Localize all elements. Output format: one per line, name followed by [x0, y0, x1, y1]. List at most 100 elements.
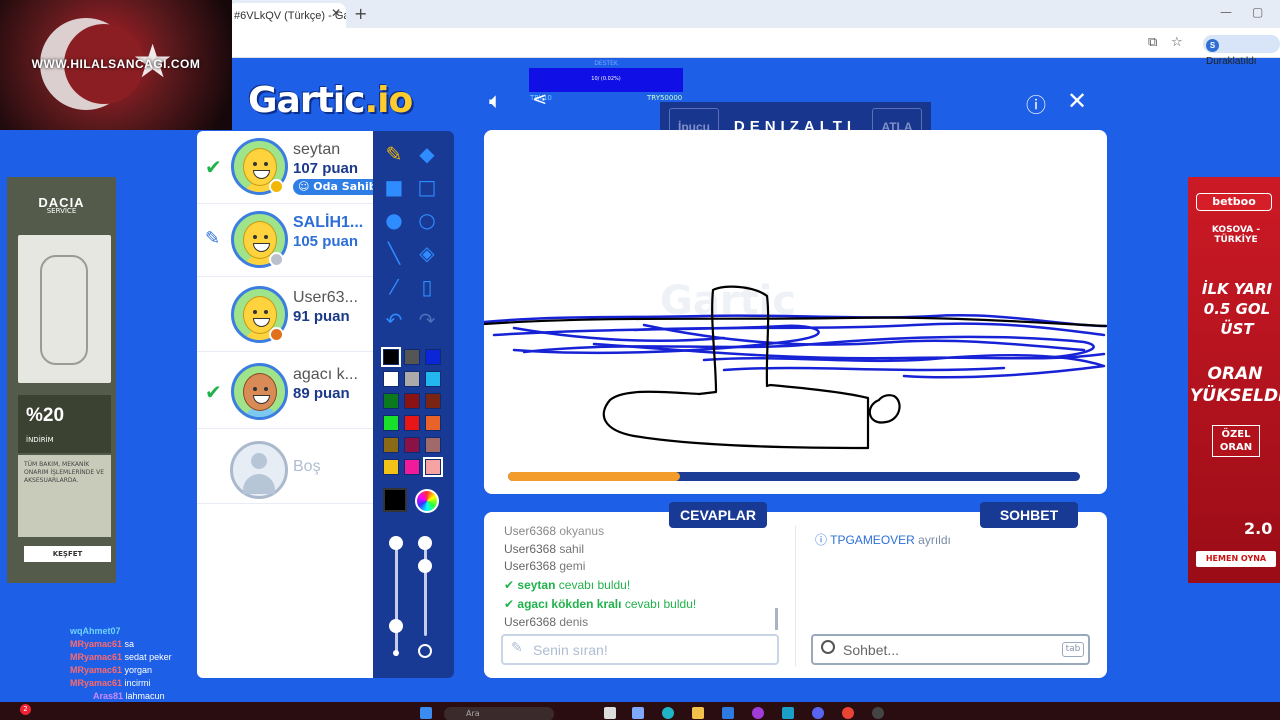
color-swatch[interactable] [404, 349, 420, 365]
answer-input[interactable] [533, 640, 763, 660]
player-row[interactable]: ✔ agacı k... 89 puan [197, 356, 373, 429]
eyedropper-icon[interactable]: ⁄ [380, 273, 408, 301]
fill-bucket-icon[interactable]: ◈ [413, 239, 441, 267]
stream-chat-text: yorgan [124, 665, 153, 675]
new-tab-icon[interactable]: + [354, 4, 367, 23]
chat-input[interactable] [843, 640, 1043, 660]
color-swatch[interactable] [404, 371, 420, 387]
app-icon[interactable] [782, 707, 794, 719]
bookmark-star-icon[interactable]: ☆ [1171, 35, 1183, 50]
small-size-icon [393, 650, 399, 656]
system-message: ⓘ TPGAMEOVER ayrıldı [815, 531, 951, 548]
opacity-slider-knob[interactable] [418, 559, 432, 573]
player-row[interactable]: ✔ seytan 107 puan ☺ Oda Sahibi [197, 131, 386, 204]
rect-tool-icon[interactable]: □ [413, 173, 441, 201]
minimize-icon[interactable]: — [1220, 5, 1232, 19]
taskview-icon[interactable] [604, 707, 616, 719]
color-swatch[interactable] [381, 347, 401, 367]
page-icon[interactable]: ▯ [413, 273, 441, 301]
chrome-icon[interactable] [842, 707, 854, 719]
size-slider-knob[interactable] [389, 619, 403, 633]
color-swatch[interactable] [425, 437, 441, 453]
answer-text: cevabı buldu! [624, 597, 697, 611]
color-swatch[interactable] [383, 459, 399, 475]
color-swatch[interactable] [404, 437, 420, 453]
chat-card: CEVAPLAR SOHBET User6368 okyanus User636… [484, 502, 1107, 678]
player-row[interactable]: User63... 91 puan [197, 279, 373, 352]
player-name: User63... [293, 289, 358, 306]
discord-icon[interactable] [812, 707, 824, 719]
color-swatch[interactable] [425, 349, 441, 365]
close-icon[interactable]: ✕ [1067, 87, 1087, 115]
pencil-tool-icon[interactable]: ✎ [380, 140, 408, 168]
empty-slot: Boş [197, 431, 373, 504]
start-icon[interactable] [420, 707, 432, 719]
filled-rect-tool-icon[interactable]: ■ [380, 173, 408, 201]
sound-icon[interactable]: 🔈︎ [489, 89, 502, 114]
circle-tool-icon[interactable]: ○ [413, 206, 441, 234]
stream-chat-user: Aras81 [93, 691, 124, 701]
edge-icon[interactable] [662, 707, 674, 719]
undo-icon[interactable]: ↶ [380, 306, 408, 334]
ad-body: TÜM BAKIM, MEKANİK ONARIM İŞLEMLERİNDE V… [18, 455, 111, 537]
drawing-toolbar: ✎ ◆ ■ □ ● ○ ╲ ◈ ⁄ ▯ ↶ ↷ [373, 131, 454, 678]
color-swatch[interactable] [404, 415, 420, 431]
size-slider[interactable] [395, 546, 398, 656]
opacity-slider-knob[interactable] [418, 536, 432, 550]
answers-tab[interactable]: CEVAPLAR [669, 502, 767, 528]
color-swatch[interactable] [425, 371, 441, 387]
install-app-icon[interactable]: ⧉ [1148, 35, 1157, 50]
ad-cta-button[interactable]: KEŞFET [24, 546, 111, 562]
drawing-canvas[interactable]: Gartic [484, 130, 1107, 494]
tab-close-icon[interactable]: ✕ [331, 6, 341, 20]
answers-scrollbar[interactable] [775, 608, 778, 630]
maximize-icon[interactable]: ▢ [1252, 5, 1263, 19]
player-row[interactable]: ✎ SALİH1... 105 puan [197, 204, 373, 277]
size-slider-knob[interactable] [389, 536, 403, 550]
eraser-tool-icon[interactable]: ◆ [413, 140, 441, 168]
empty-slot-label: Boş [293, 458, 321, 475]
tab-title: #6VLkQV (Türkçe) - Garti [234, 10, 346, 22]
color-swatch[interactable] [425, 415, 441, 431]
ad-left-banner[interactable]: DACIA SERVICE %20 İNDİRİM TÜM BAKIM, MEKA… [7, 177, 116, 583]
browser-tab[interactable]: #6VLkQV (Türkçe) - Garti [228, 3, 346, 28]
explorer-icon[interactable] [692, 707, 704, 719]
donation-progress: 10/ (0.02%) [591, 76, 621, 82]
color-swatch[interactable] [425, 393, 441, 409]
answer-message: User6368 denis [504, 615, 588, 629]
chat-tab[interactable]: SOHBET [980, 502, 1078, 528]
ad-cta-button[interactable]: HEMEN OYNA [1196, 551, 1276, 567]
stream-chat-text: sa [124, 639, 135, 649]
color-swatch[interactable] [383, 371, 399, 387]
share-icon[interactable]: ⋖ [532, 89, 547, 110]
color-swatch[interactable] [423, 457, 443, 477]
timer-bar [508, 472, 1080, 481]
stream-chat-user: wqAhmet07 [70, 626, 121, 636]
players-panel: ✔ seytan 107 puan ☺ Oda Sahibi ✎ SALİH1.… [197, 131, 386, 678]
player-score: 91 puan [293, 308, 350, 325]
color-swatch[interactable] [383, 415, 399, 431]
profile-button[interactable]: S Duraklatıldı [1203, 35, 1280, 67]
stream-chat-line: MRyamac61 sa [70, 638, 172, 651]
tab-key-hint: tab [1062, 642, 1084, 657]
color-swatch[interactable] [404, 393, 420, 409]
filled-circle-tool-icon[interactable]: ● [380, 206, 408, 234]
app-icon[interactable] [752, 707, 764, 719]
player-status-dot [269, 179, 284, 194]
color-wheel-icon[interactable] [415, 489, 439, 513]
copilot-icon[interactable] [632, 707, 644, 719]
ad-right-banner[interactable]: betboo KOSOVA - TÜRKİYE İLK YARI 0.5 GOL… [1188, 177, 1280, 583]
line-tool-icon[interactable]: ╲ [380, 239, 408, 267]
obs-icon[interactable] [872, 707, 884, 719]
answer-user: seytan [517, 578, 556, 592]
info-icon[interactable]: ⓘ [1026, 89, 1046, 118]
redo-icon[interactable]: ↷ [413, 306, 441, 334]
color-swatch[interactable] [383, 437, 399, 453]
color-swatch[interactable] [404, 459, 420, 475]
player-status-dot [269, 252, 284, 267]
pencil-icon: ✎ [205, 228, 221, 249]
color-swatch[interactable] [383, 393, 399, 409]
taskbar-search[interactable]: Ara [444, 707, 554, 720]
drawing [484, 285, 1107, 450]
store-icon[interactable] [722, 707, 734, 719]
